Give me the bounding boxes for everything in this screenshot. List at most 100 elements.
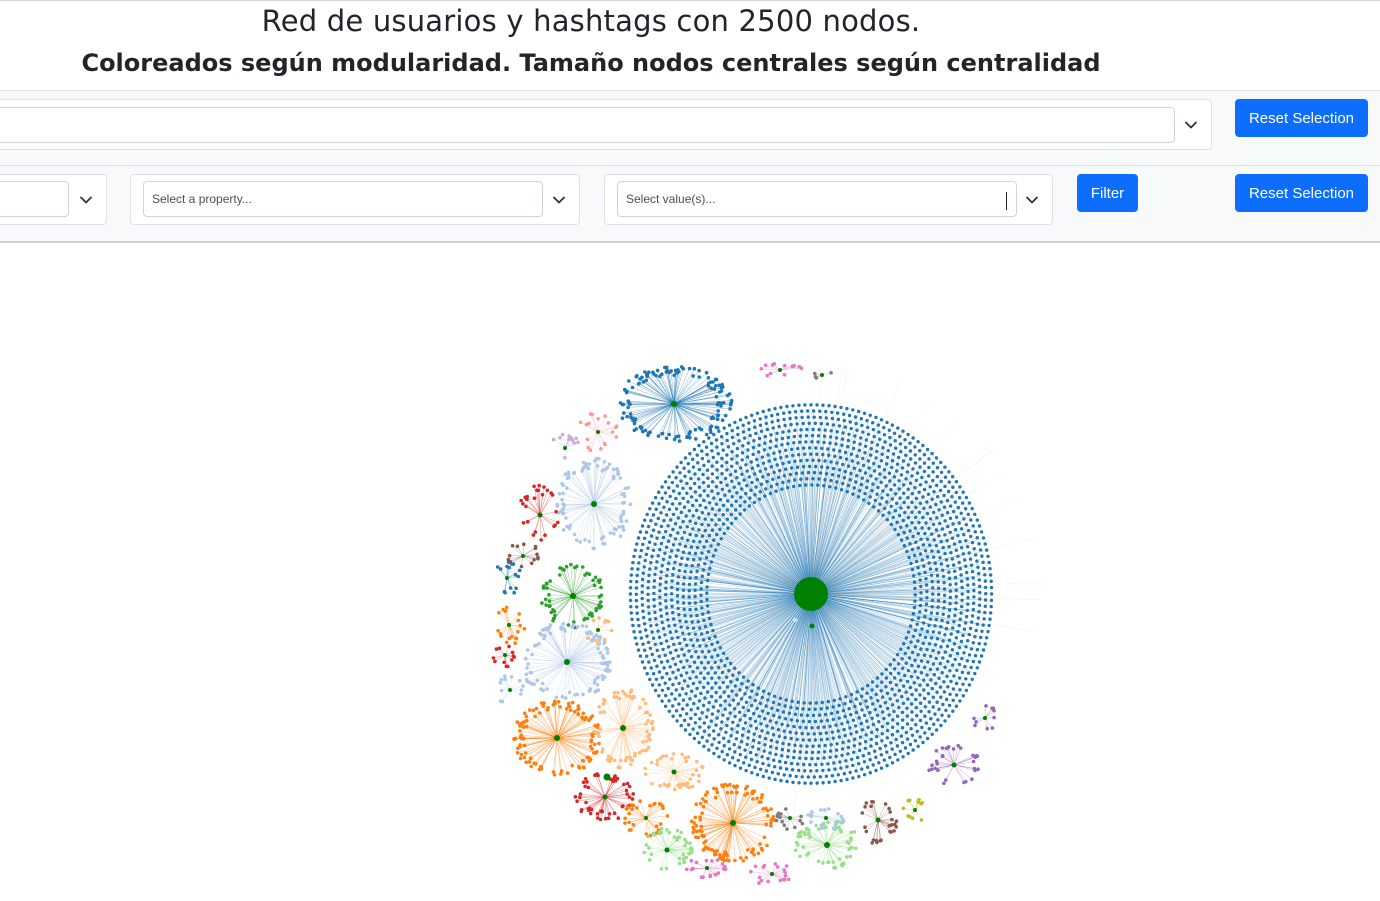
- graph-node: [659, 511, 663, 515]
- graph-node: [894, 819, 899, 823]
- graph-node: [741, 727, 745, 731]
- graph-node: [790, 768, 795, 772]
- graph-node: [751, 452, 755, 457]
- graph-node: [829, 478, 833, 483]
- graph-node: [942, 505, 947, 509]
- graph-node: [679, 723, 683, 728]
- graph-node: [824, 416, 828, 420]
- graph-node: [911, 612, 916, 616]
- graph-node: [914, 496, 919, 501]
- graph-node: [854, 769, 858, 773]
- graph-node: [880, 680, 884, 684]
- graph-node: [733, 750, 737, 754]
- graph-node: [879, 459, 884, 463]
- graph-node: [849, 712, 853, 717]
- graph-node: [725, 508, 729, 512]
- graph-node: [786, 723, 790, 728]
- graph-node: [962, 651, 966, 655]
- graph-node: [737, 439, 741, 443]
- graph-node: [560, 497, 564, 502]
- graph-node: [988, 567, 992, 571]
- graph-node: [728, 473, 733, 477]
- graph-node: [860, 423, 864, 428]
- graph-node: [871, 482, 875, 486]
- graph-node: [606, 619, 611, 624]
- property-select[interactable]: Select a property...: [143, 181, 543, 217]
- network-graph[interactable]: [0, 242, 1380, 901]
- graph-node: [723, 476, 728, 481]
- graph-node: [561, 491, 565, 496]
- value-select[interactable]: Select value(s)...: [617, 181, 1017, 217]
- graph-node: [723, 782, 727, 787]
- graph-node: [946, 659, 950, 664]
- graph-node: [900, 657, 904, 661]
- graph-node: [758, 423, 763, 427]
- graph-node: [951, 747, 956, 751]
- graph-node: [682, 718, 687, 722]
- graph-node: [878, 746, 882, 751]
- graph-node: [622, 494, 627, 499]
- graph-node: [564, 707, 569, 711]
- graph-node: [754, 753, 758, 757]
- graph-node: [761, 461, 766, 465]
- graph-node: [519, 736, 524, 741]
- graph-node: [667, 432, 671, 437]
- filter-button[interactable]: Filter: [1077, 174, 1138, 212]
- graph-node: [835, 430, 839, 434]
- chevron-down-icon[interactable]: [1182, 116, 1200, 134]
- graph-node: [576, 440, 580, 445]
- graph-node: [525, 519, 530, 524]
- graph-node: [888, 697, 892, 701]
- graph-node: [807, 421, 811, 425]
- graph-node: [691, 465, 696, 469]
- graph-node: [541, 585, 546, 589]
- graph-node: [725, 723, 729, 728]
- graph-node: [695, 545, 700, 550]
- graph-node: [641, 740, 645, 744]
- graph-node: [706, 610, 710, 614]
- graph-node: [950, 557, 955, 561]
- graph-node: [849, 692, 854, 697]
- reset-selection-button[interactable]: Reset Selection: [1235, 99, 1368, 137]
- graph-node: [705, 591, 709, 595]
- graph-node: [595, 683, 600, 687]
- graph-node: [894, 683, 899, 687]
- graph-node: [953, 613, 957, 618]
- graph-node: [797, 781, 801, 785]
- graph-node: [687, 469, 691, 474]
- graph-node: [776, 728, 781, 732]
- chevron-down-icon[interactable]: [77, 191, 95, 209]
- graph-node: [964, 523, 968, 527]
- graph-node: [665, 574, 669, 578]
- graph-node: [668, 651, 673, 655]
- graph-node: [770, 872, 774, 876]
- graph-node: [568, 708, 573, 712]
- graph-node: [735, 461, 739, 465]
- graph-node: [706, 376, 711, 380]
- category-select[interactable]: [0, 181, 69, 217]
- graph-node: [749, 757, 754, 762]
- graph-node: [875, 443, 880, 447]
- graph-node: [687, 723, 691, 727]
- chevron-down-icon[interactable]: [1023, 191, 1041, 209]
- graph-node: [645, 654, 649, 658]
- property-select-panel: Select a property...: [130, 174, 580, 225]
- graph-node: [576, 712, 581, 717]
- graph-node: [666, 524, 670, 528]
- graph-node: [715, 858, 720, 862]
- graph-node: [793, 712, 798, 716]
- graph-node: [877, 464, 881, 469]
- graph-node: [928, 485, 932, 489]
- graph-node: [864, 740, 868, 744]
- graph-node: [847, 841, 851, 846]
- node-search-input[interactable]: [0, 107, 1175, 143]
- graph-node: [775, 865, 780, 869]
- graph-node: [565, 524, 569, 529]
- graph-node: [764, 487, 768, 491]
- graph-node: [968, 626, 973, 631]
- graph-node: [948, 530, 952, 534]
- graph-node: [774, 746, 779, 750]
- chevron-down-icon[interactable]: [550, 191, 568, 209]
- graph-node: [977, 641, 981, 646]
- reset-selection-button[interactable]: Reset Selection: [1235, 174, 1368, 212]
